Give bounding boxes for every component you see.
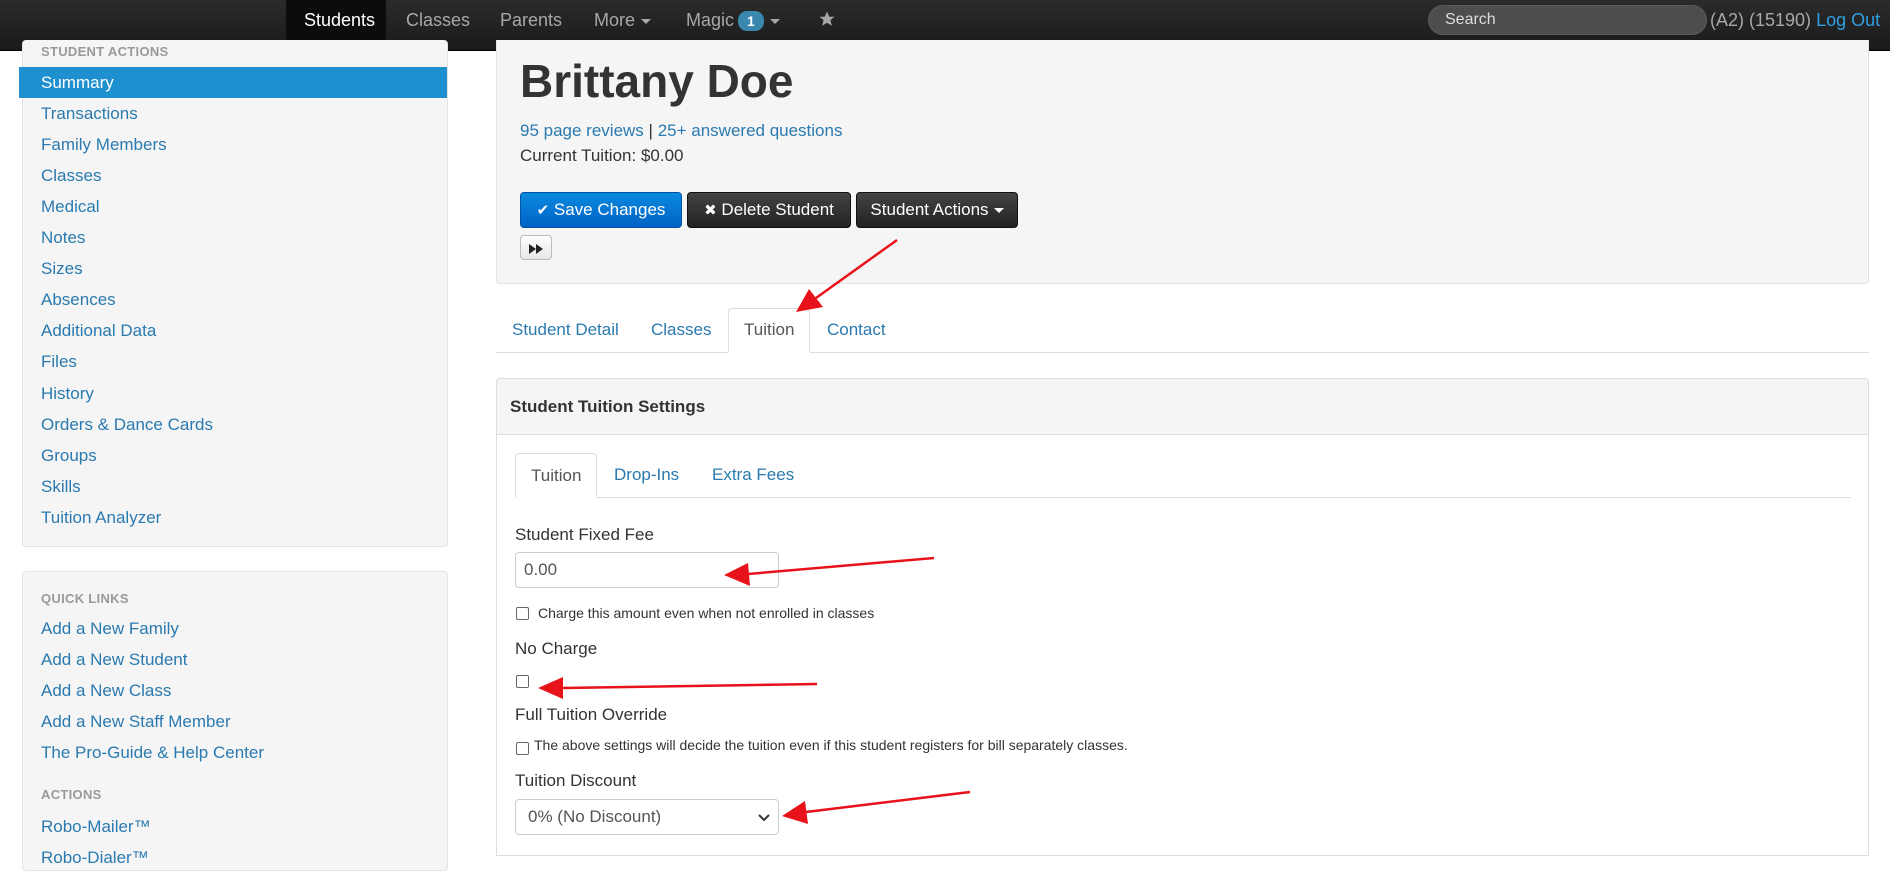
nav-more-label: More xyxy=(594,10,636,30)
action-robo-dialer[interactable]: Robo-Dialer™ xyxy=(19,842,447,873)
subtabs-divider xyxy=(515,497,1851,498)
tab-classes[interactable]: Classes xyxy=(636,320,726,340)
full-tuition-override-description: The above settings will decide the tuiti… xyxy=(534,737,1128,753)
subtab-drop-ins[interactable]: Drop-Ins xyxy=(599,465,694,485)
star-icon xyxy=(819,11,835,26)
chevron-down-icon xyxy=(993,208,1004,214)
page-reviews-link[interactable]: 95 page reviews xyxy=(520,121,644,140)
current-tuition: Current Tuition: $0.00 xyxy=(520,146,684,165)
notification-badge: 1 xyxy=(738,11,764,32)
sidebar-item-summary[interactable]: Summary xyxy=(19,67,447,98)
sidebar-item-groups[interactable]: Groups xyxy=(19,440,447,471)
logout-link[interactable]: Log Out xyxy=(1816,10,1880,30)
tab-contact[interactable]: Contact xyxy=(812,320,901,340)
check-icon: ✔ xyxy=(536,202,550,219)
fixed-fee-input[interactable] xyxy=(515,552,779,588)
chevron-down-icon xyxy=(769,18,780,24)
account-info: (A2) (15190) Log Out xyxy=(1710,0,1880,40)
student-actions-dropdown[interactable]: Student Actions xyxy=(856,192,1018,228)
sidebar-item-medical[interactable]: Medical xyxy=(19,191,447,222)
sidebar-item-history[interactable]: History xyxy=(19,378,447,409)
close-icon: ✖ xyxy=(704,202,717,219)
quick-link-add-class[interactable]: Add a New Class xyxy=(19,675,447,706)
fast-forward-icon xyxy=(529,243,543,254)
student-links: 95 page reviews | 25+ answered questions xyxy=(520,121,842,141)
sidebar-item-tuition-analyzer[interactable]: Tuition Analyzer xyxy=(19,502,447,533)
delete-student-button[interactable]: ✖ Delete Student xyxy=(687,192,851,228)
nav-parents-label: Parents xyxy=(500,10,563,30)
no-charge-checkbox[interactable] xyxy=(516,675,529,688)
nav-students-label: Students xyxy=(304,10,376,30)
sidebar-item-skills[interactable]: Skills xyxy=(19,471,447,502)
sidebar-item-sizes[interactable]: Sizes xyxy=(19,253,447,284)
sidebar-item-files[interactable]: Files xyxy=(19,346,447,377)
tab-student-detail[interactable]: Student Detail xyxy=(497,320,634,340)
link-separator: | xyxy=(648,121,653,140)
chevron-down-icon xyxy=(641,18,652,24)
actions-header: ACTIONS xyxy=(41,787,102,802)
save-changes-label: Save Changes xyxy=(553,200,666,219)
main-tabs-divider xyxy=(496,352,1869,353)
tuition-discount-select[interactable]: 0% (No Discount) xyxy=(515,799,779,835)
tuition-discount-value: 0% (No Discount) xyxy=(528,807,662,826)
answered-questions-link[interactable]: 25+ answered questions xyxy=(658,121,843,140)
student-name: Brittany Doe xyxy=(520,55,794,107)
quick-link-add-staff[interactable]: Add a New Staff Member xyxy=(19,706,447,737)
charge-when-not-enrolled-label: Charge this amount even when not enrolle… xyxy=(538,605,875,621)
forward-button[interactable] xyxy=(520,235,552,260)
subtab-tuition[interactable]: Tuition xyxy=(515,453,598,498)
search-input[interactable] xyxy=(1428,5,1707,35)
student-actions-label: Student Actions xyxy=(870,200,989,219)
quick-link-add-family[interactable]: Add a New Family xyxy=(19,613,447,644)
quick-link-help-center[interactable]: The Pro-Guide & Help Center xyxy=(19,737,447,768)
quick-link-add-student[interactable]: Add a New Student xyxy=(19,644,447,675)
sidebar-item-notes[interactable]: Notes xyxy=(19,222,447,253)
quick-links-header: QUICK LINKS xyxy=(41,591,129,606)
student-actions-header: STUDENT ACTIONS xyxy=(41,44,169,59)
account-id: (A2) (15190) xyxy=(1710,10,1812,30)
tuition-discount-label: Tuition Discount xyxy=(515,771,637,790)
tab-tuition[interactable]: Tuition xyxy=(728,308,811,353)
no-charge-label: No Charge xyxy=(515,639,598,658)
full-tuition-override-checkbox[interactable] xyxy=(516,742,529,755)
full-tuition-override-label: Full Tuition Override xyxy=(515,705,668,724)
sidebar-item-absences[interactable]: Absences xyxy=(19,284,447,315)
sidebar-item-transactions[interactable]: Transactions xyxy=(19,98,447,129)
sidebar-item-classes[interactable]: Classes xyxy=(19,160,447,191)
charge-when-not-enrolled-checkbox[interactable] xyxy=(516,607,529,620)
sidebar-item-additional-data[interactable]: Additional Data xyxy=(19,315,447,346)
delete-student-label: Delete Student xyxy=(721,200,834,219)
sidebar-item-orders-dance-cards[interactable]: Orders & Dance Cards xyxy=(19,409,447,440)
subtab-extra-fees[interactable]: Extra Fees xyxy=(697,465,809,485)
fixed-fee-label: Student Fixed Fee xyxy=(515,525,654,544)
save-changes-button[interactable]: ✔ Save Changes xyxy=(520,192,682,228)
nav-classes-label: Classes xyxy=(406,10,471,30)
panel-title: Student Tuition Settings xyxy=(510,397,706,416)
chevron-down-icon xyxy=(758,814,770,822)
sidebar-item-family-members[interactable]: Family Members xyxy=(19,129,447,160)
nav-magic-label: Magic xyxy=(686,10,735,30)
action-robo-mailer[interactable]: Robo-Mailer™ xyxy=(19,811,447,842)
